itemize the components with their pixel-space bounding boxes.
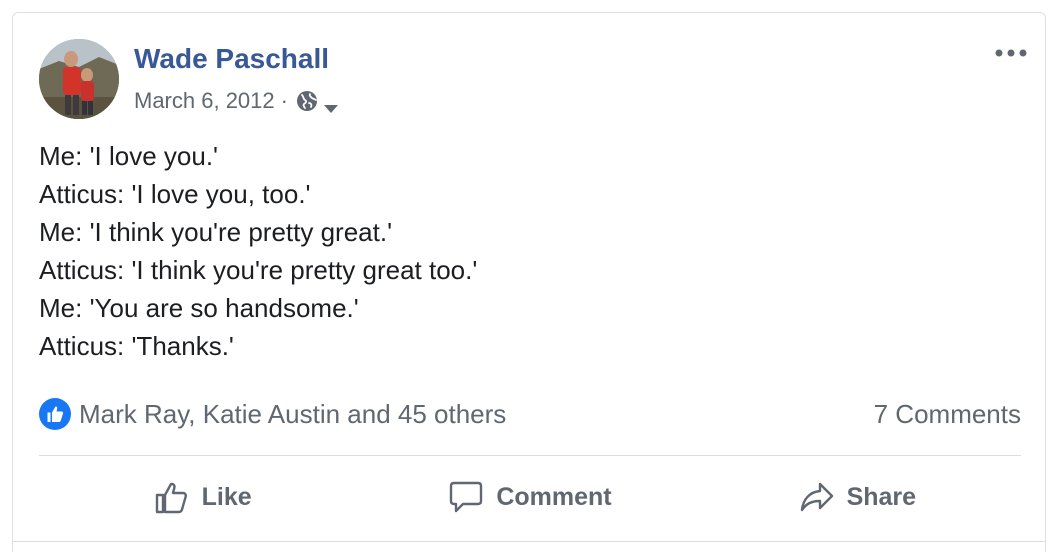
meta-separator: ·: [280, 88, 288, 113]
post-meta: March 6, 2012 ·: [134, 87, 340, 115]
post-date-link[interactable]: March 6, 2012: [134, 88, 275, 114]
share-icon: [800, 482, 833, 512]
globe-icon[interactable]: [296, 90, 318, 112]
post-body-line: Atticus: 'I think you're pretty great to…: [39, 255, 478, 285]
comment-button-label: Comment: [496, 482, 612, 511]
post-body: Me: 'I love you.' Atticus: 'I love you, …: [39, 137, 477, 365]
like-button[interactable]: Like: [39, 467, 366, 527]
reactions-summary-text: Mark Ray, Katie Austin and 45 others: [79, 398, 507, 429]
comment-button[interactable]: Comment: [366, 467, 693, 527]
share-button[interactable]: Share: [694, 467, 1021, 527]
post-body-line: Me: 'You are so handsome.': [39, 293, 359, 323]
audience-dropdown-icon[interactable]: [322, 95, 340, 113]
divider: [13, 541, 1045, 542]
comment-icon: [450, 481, 483, 513]
thumbs-up-icon: [155, 482, 187, 514]
post-body-line: Me: 'I love you.': [39, 141, 219, 171]
post-actions-bar: Like Comment Share: [39, 467, 1021, 527]
reactions-summary[interactable]: Mark Ray, Katie Austin and 45 others: [39, 397, 506, 431]
avatar-photo: [39, 39, 119, 119]
comments-count-link[interactable]: 7 Comments: [874, 397, 1021, 431]
author-avatar[interactable]: [39, 39, 119, 119]
divider: [39, 455, 1021, 456]
post-body-line: Atticus: 'Thanks.': [39, 331, 234, 361]
more-options-icon[interactable]: [993, 43, 1029, 63]
author-name-link[interactable]: Wade Paschall: [134, 43, 329, 75]
post-card: Wade Paschall March 6, 2012 · Me: 'I lov…: [12, 12, 1046, 552]
like-reaction-icon: [39, 398, 71, 430]
share-button-label: Share: [846, 482, 917, 511]
post-body-line: Atticus: 'I love you, too.': [39, 179, 311, 209]
post-body-line: Me: 'I think you're pretty great.': [39, 217, 393, 247]
like-button-label: Like: [201, 482, 252, 511]
